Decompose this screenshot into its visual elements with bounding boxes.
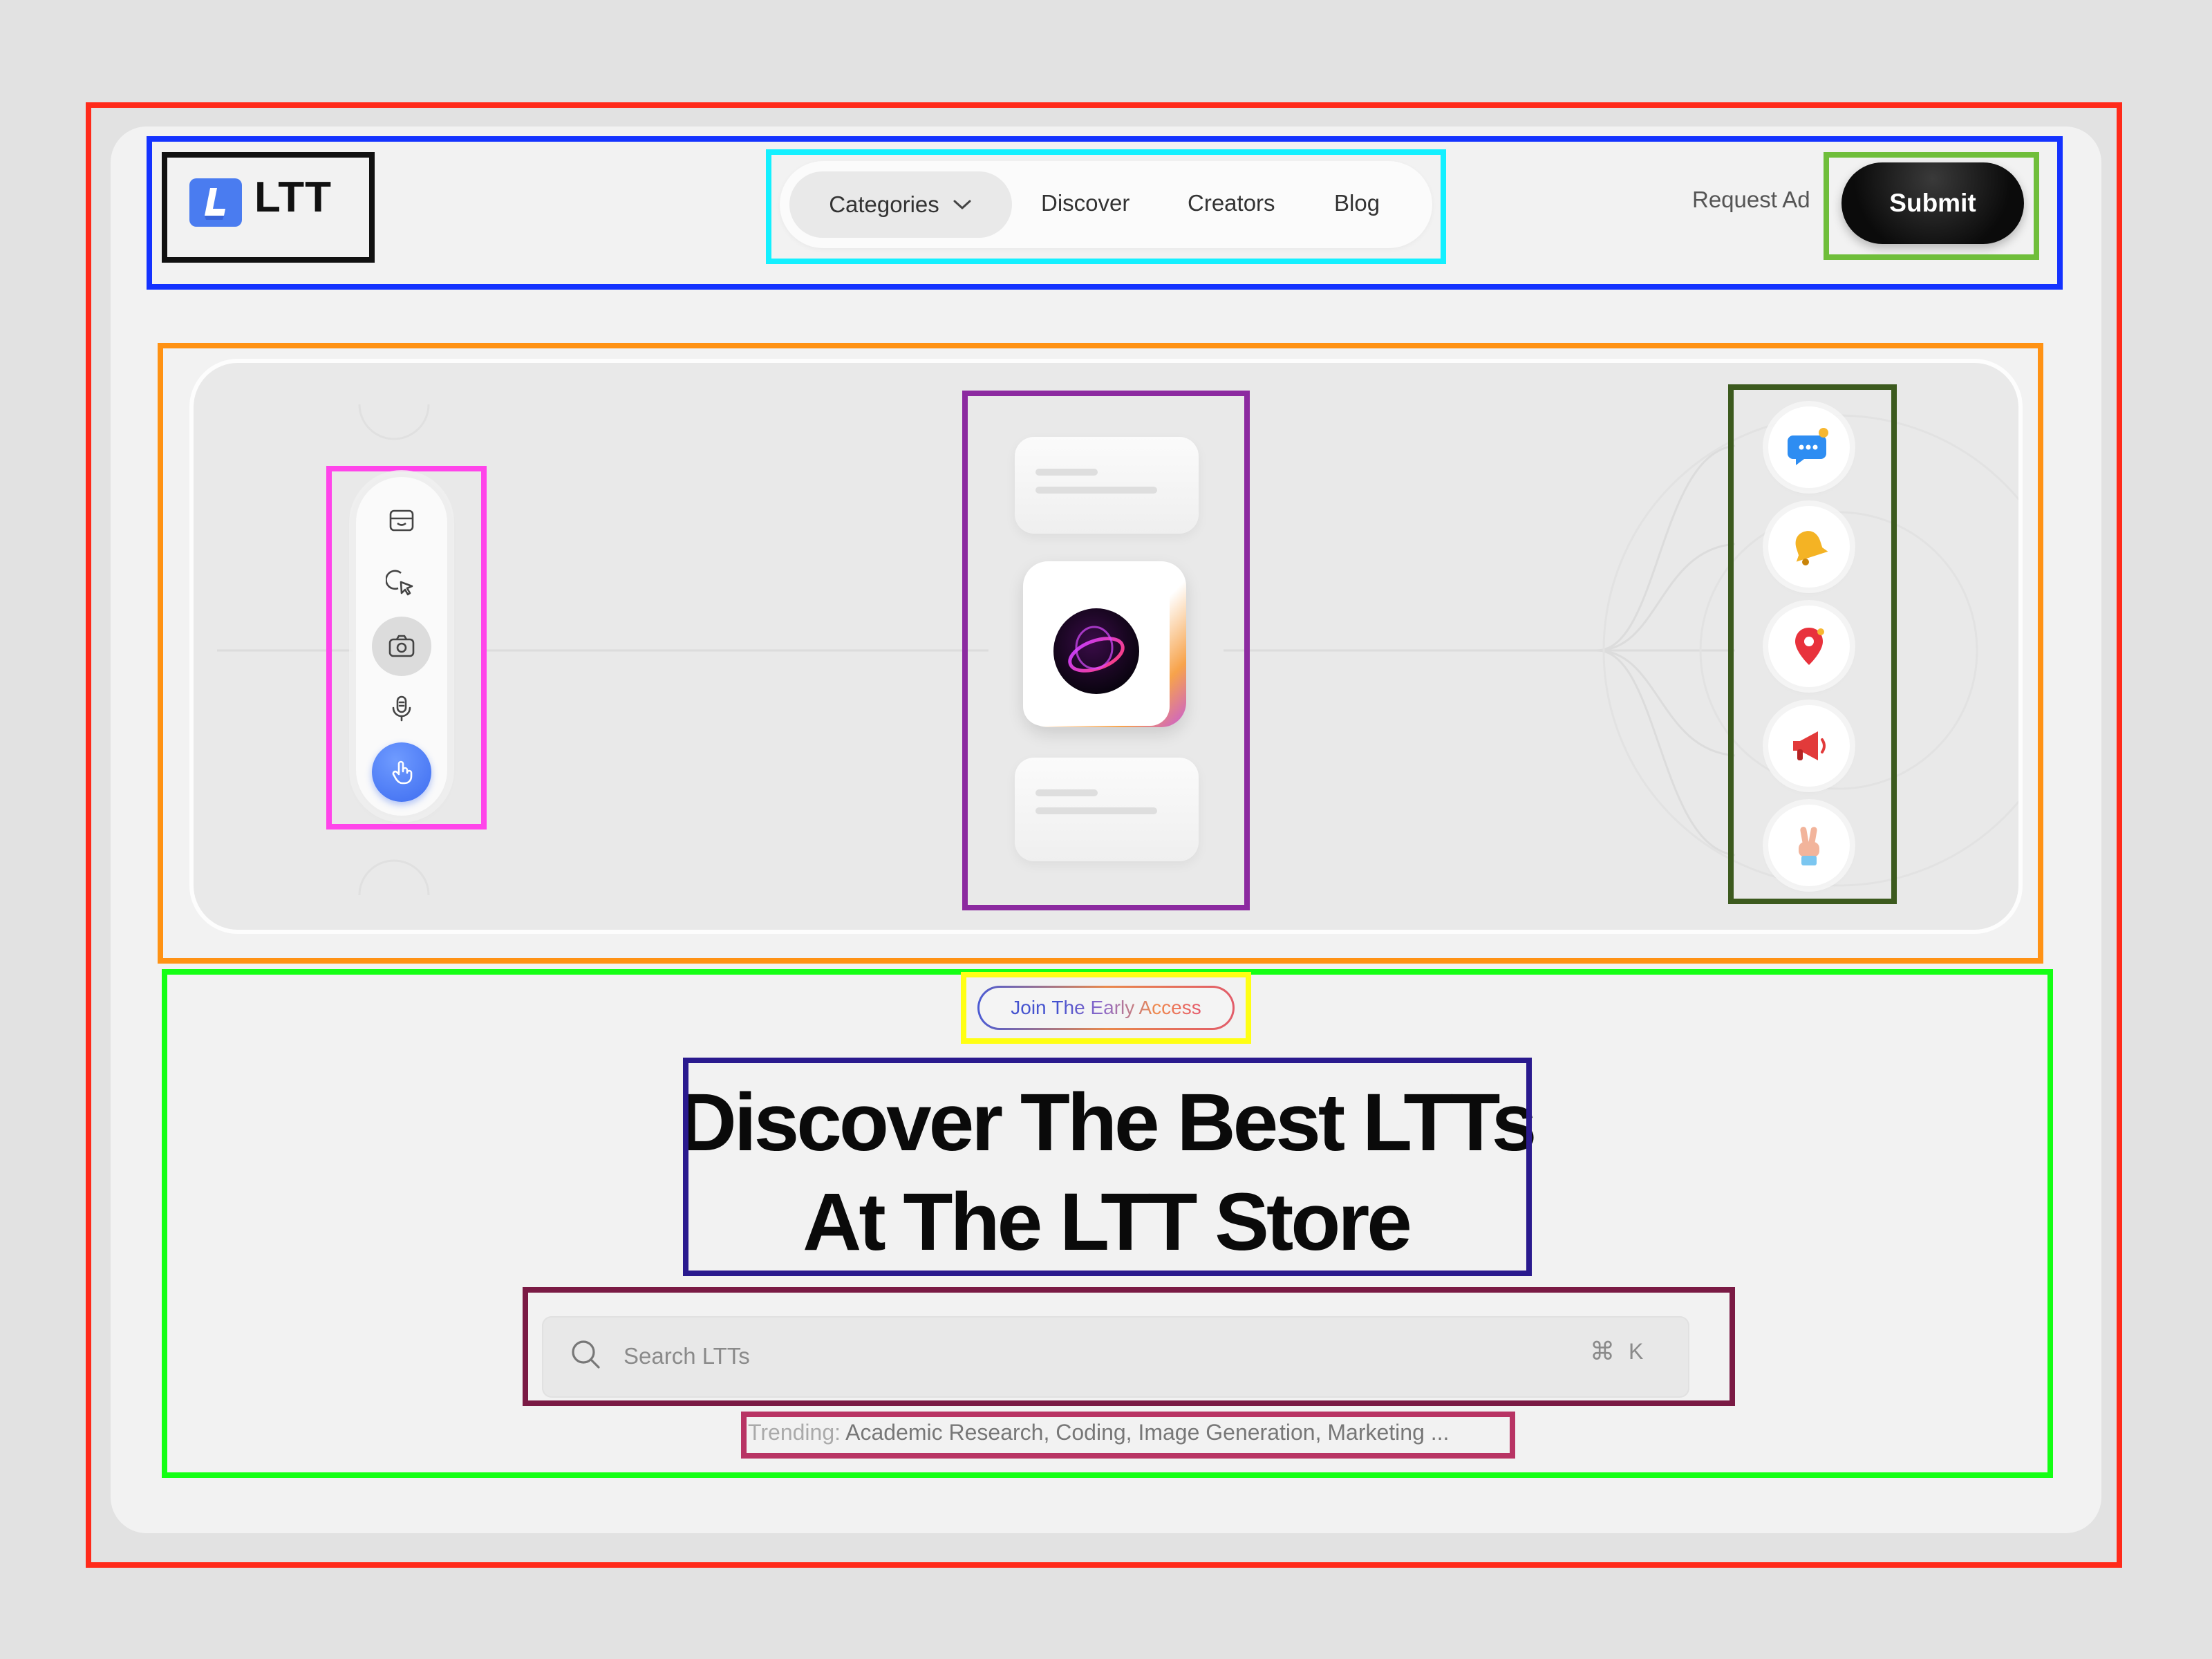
shortcut-key: K <box>1629 1338 1644 1364</box>
ghost-card-bottom <box>1015 758 1199 861</box>
search-input[interactable] <box>622 1338 1524 1375</box>
reaction-bell[interactable] <box>1768 506 1850 588</box>
tap-gesture-icon <box>392 760 413 785</box>
nav-link-blog[interactable]: Blog <box>1334 190 1380 216</box>
logo-icon[interactable] <box>189 178 242 227</box>
early-access-badge[interactable]: Join The Early Access <box>977 986 1235 1030</box>
reaction-chat[interactable] <box>1768 406 1850 488</box>
reaction-megaphone[interactable] <box>1768 705 1850 787</box>
app-frame <box>1023 561 1186 727</box>
search-icon <box>572 1340 600 1369</box>
trending-row: Trending: Academic Research, Coding, Ima… <box>748 1420 1449 1445</box>
chat-bubble-icon <box>1788 428 1828 465</box>
badge-join-text: Join <box>1011 997 1047 1018</box>
bell-icon <box>1795 531 1828 565</box>
brand-name[interactable]: LTT <box>254 173 332 222</box>
inbox-tool[interactable] <box>372 491 431 550</box>
camera-icon <box>388 635 415 657</box>
headline-line-2: At The LTT Store <box>803 1177 1412 1268</box>
megaphone-icon <box>1793 731 1826 760</box>
reaction-peace[interactable] <box>1768 805 1850 886</box>
cursor-tool[interactable] <box>372 553 431 612</box>
camera-tool[interactable] <box>372 617 431 676</box>
nav-categories-dropdown[interactable]: Categories <box>789 171 1012 238</box>
request-ad-link[interactable]: Request Ad <box>1692 187 1810 213</box>
trending-label: Trending: <box>748 1420 841 1445</box>
microphone-tool[interactable] <box>372 679 431 738</box>
reaction-location[interactable] <box>1768 606 1850 687</box>
inbox-icon <box>389 509 414 532</box>
app-orb-icon <box>1053 608 1139 694</box>
microphone-icon <box>392 695 411 722</box>
keyboard-shortcut: ⌘ K <box>1590 1337 1643 1366</box>
ghost-card-top <box>1015 437 1199 534</box>
command-key-icon: ⌘ <box>1590 1337 1615 1365</box>
trending-items[interactable]: Academic Research, Coding, Image Generat… <box>845 1420 1449 1445</box>
location-pin-icon <box>1795 628 1824 665</box>
peace-hand-icon <box>1799 827 1819 865</box>
app-tile[interactable] <box>1023 577 1170 726</box>
chevron-down-icon <box>953 200 971 209</box>
nav-link-creators[interactable]: Creators <box>1188 190 1275 216</box>
hero-headline: Discover The Best LTTs At The LTT Store <box>677 1073 1537 1272</box>
cursor-click-icon <box>386 570 413 596</box>
nav-link-discover[interactable]: Discover <box>1041 190 1130 216</box>
tap-tool[interactable] <box>372 742 431 802</box>
nav-categories-label: Categories <box>829 191 939 217</box>
headline-line-1: Discover The Best LTTs <box>677 1077 1537 1168</box>
submit-button[interactable]: Submit <box>1841 162 2024 244</box>
badge-rest-text: The Early Access <box>1051 997 1201 1018</box>
